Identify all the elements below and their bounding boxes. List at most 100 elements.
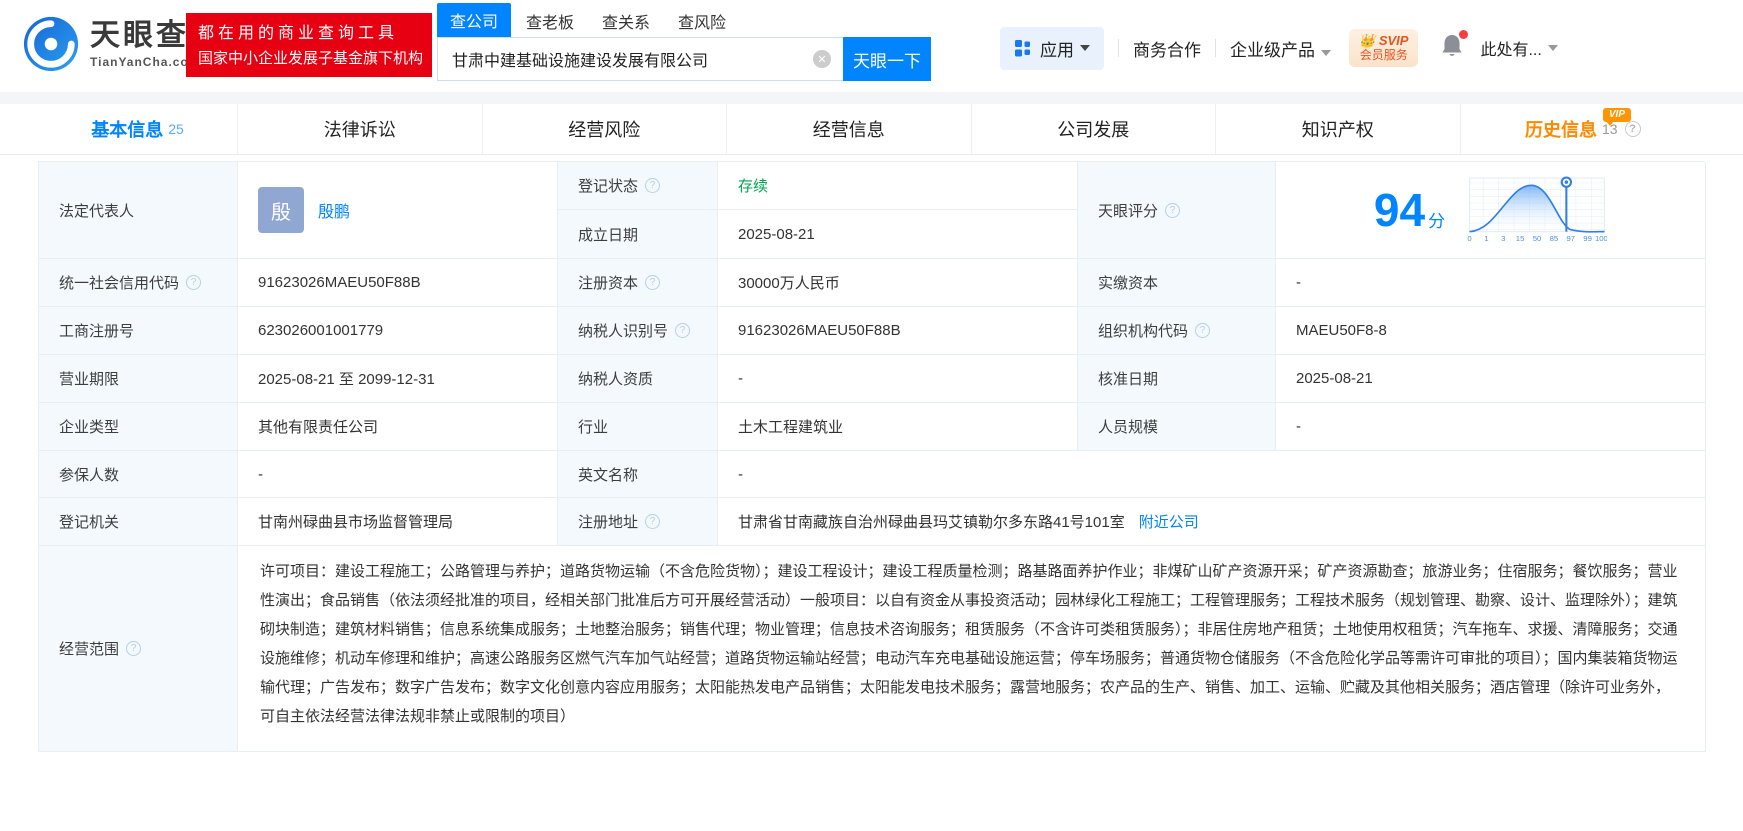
business-cooperation-link[interactable]: 商务合作 [1133,36,1201,61]
paid-capital-value: - [1276,259,1706,307]
svip-member-button[interactable]: 👑 SVIP 会员服务 [1349,29,1418,67]
svip-service-label: 会员服务 [1359,48,1408,63]
tab-label: 经营风险 [568,116,640,142]
tianyancha-logo-icon [22,15,80,73]
insured-count-label: 参保人数 [39,451,238,498]
est-date-value: 2025-08-21 [718,210,1078,259]
tab-label: 公司发展 [1057,116,1129,142]
label-text: 注册地址 [578,511,638,532]
header-right-nav: 应用 商务合作 企业级产品 👑 SVIP 会员服务 此处有... [1000,26,1558,70]
company-type-label: 企业类型 [39,403,238,451]
help-icon[interactable] [186,275,201,290]
tab-label: 知识产权 [1302,116,1374,142]
enterprise-products-link[interactable]: 企业级产品 [1230,36,1331,61]
svg-text:99: 99 [1583,234,1592,243]
reg-authority-value: 甘南州碌曲县市场监督管理局 [238,498,558,546]
label-text: 统一社会信用代码 [59,272,179,293]
caret-down-icon [1321,50,1331,56]
english-name-value: - [718,451,1706,498]
svg-text:15: 15 [1516,234,1525,243]
svg-text:85: 85 [1550,234,1559,243]
industry-label: 行业 [558,403,718,451]
apps-grid-icon [1014,39,1032,57]
search-area: 查公司 查老板 查关系 查风险 ✕ 天眼一下 [437,7,931,81]
tab-intellectual-property[interactable]: 知识产权 [1216,104,1461,154]
svip-text: SVIP [1379,33,1409,48]
approval-date-value: 2025-08-21 [1276,355,1706,403]
company-info-table: 法定代表人 殷 殷鹏 登记状态 存续 成立日期 2025-08-21 天眼评分 … [38,161,1705,752]
tab-company-development[interactable]: 公司发展 [972,104,1217,154]
user-menu[interactable]: 此处有... [1480,36,1557,60]
tab-label: 历史信息 [1525,116,1597,142]
svg-text:97: 97 [1567,234,1576,243]
score-axis-ticks: 0 1 3 15 50 85 97 99 100 [1467,234,1607,243]
taxpayer-id-label: 纳税人识别号 [558,307,718,355]
search-tab-company[interactable]: 查公司 [437,3,511,37]
help-icon[interactable] [126,641,141,656]
label-text: 天眼评分 [1098,200,1158,221]
business-scope-value: 许可项目：建设工程施工；公路管理与养护；道路货物运输（不含危险货物）；建设工程设… [238,546,1706,752]
caret-down-icon [1080,45,1090,51]
search-input[interactable] [437,37,843,81]
tianyancha-logo[interactable]: 天眼查 TianYanCha.com [22,15,200,73]
help-icon[interactable] [645,275,660,290]
status-badge: 存续 [738,175,768,196]
help-icon[interactable] [675,323,690,338]
score-label: 天眼评分 [1078,162,1276,259]
svg-text:0: 0 [1467,234,1471,243]
english-name-label: 英文名称 [558,451,718,498]
org-code-value: MAEU50F8-8 [1276,307,1706,355]
paid-capital-label: 实缴资本 [1078,259,1276,307]
tab-history-info[interactable]: VIP 历史信息 13 [1461,104,1706,154]
reg-authority-label: 登记机关 [39,498,238,546]
help-icon[interactable] [645,178,660,193]
approval-date-label: 核准日期 [1078,355,1276,403]
apps-button[interactable]: 应用 [1000,27,1104,70]
search-tab-risk[interactable]: 查风险 [678,5,726,37]
reg-number-value: 623026001001779 [238,307,558,355]
label-text: 组织机构代码 [1098,320,1188,341]
search-tab-relation[interactable]: 查关系 [602,5,650,37]
address-text: 甘肃省甘南藏族自治州碌曲县玛艾镇勒尔多东路41号101室 [738,511,1125,532]
svg-text:3: 3 [1501,234,1505,243]
search-tab-boss[interactable]: 查老板 [526,5,574,37]
credit-code-value: 91623026MAEU50F88B [238,259,558,307]
enterprise-products-label: 企业级产品 [1230,41,1315,60]
company-type-value: 其他有限责任公司 [238,403,558,451]
reg-capital-value: 30000万人民币 [718,259,1078,307]
taxpayer-id-value: 91623026MAEU50F88B [718,307,1078,355]
org-code-label: 组织机构代码 [1078,307,1276,355]
score-number: 94 [1374,187,1425,233]
reg-address-value: 甘肃省甘南藏族自治州碌曲县玛艾镇勒尔多东路41号101室 附近公司 [718,498,1706,546]
est-date-label: 成立日期 [558,210,718,259]
business-scope-label: 经营范围 [39,546,238,752]
score-value[interactable]: 94 分 0 1 3 15 50 [1276,162,1706,259]
avatar[interactable]: 殷 [258,187,304,233]
help-icon[interactable] [1195,323,1210,338]
clear-icon[interactable]: ✕ [813,50,831,68]
search-tabs: 查公司 查老板 查关系 查风险 [437,7,931,37]
notification-bell[interactable] [1440,33,1464,64]
tab-basic-info[interactable]: 基本信息 25 [38,104,238,154]
caret-down-icon [1548,45,1558,51]
search-button[interactable]: 天眼一下 [843,37,931,81]
tab-legal-litigation[interactable]: 法律诉讼 [238,104,483,154]
vip-badge: VIP [1603,108,1631,122]
label-text: 登记状态 [578,175,638,196]
help-icon[interactable] [645,514,660,529]
help-icon[interactable] [1165,203,1180,218]
tab-operating-risk[interactable]: 经营风险 [483,104,728,154]
credit-code-label: 统一社会信用代码 [39,259,238,307]
help-icon[interactable] [1625,121,1641,137]
tab-operating-info[interactable]: 经营信息 [727,104,972,154]
header-separator-band [0,92,1743,104]
industry-value: 土木工程建筑业 [718,403,1078,451]
legal-rep-name-link[interactable]: 殷鹏 [318,198,350,222]
reg-number-label: 工商注册号 [39,307,238,355]
nearby-companies-link[interactable]: 附近公司 [1139,511,1199,532]
score-unit: 分 [1428,207,1445,232]
tab-label: 经营信息 [813,116,885,142]
tab-label: 法律诉讼 [324,116,396,142]
reg-status-label: 登记状态 [558,162,718,210]
business-term-value: 2025-08-21 至 2099-12-31 [238,355,558,403]
